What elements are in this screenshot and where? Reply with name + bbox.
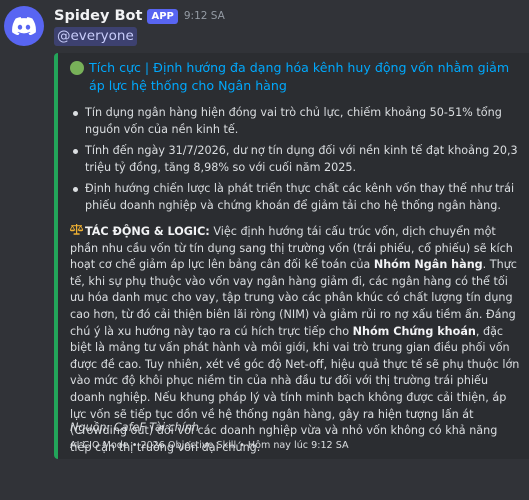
bullet-dot-icon <box>73 187 78 192</box>
news-embed: Tích cực | Định hướng đa dạng hóa kênh h… <box>54 53 529 459</box>
bullet-text: Định hướng chiến lược là phát triển thực… <box>85 182 515 212</box>
bullet-dot-icon <box>73 149 78 154</box>
impact-label: TÁC ĐỘNG & LOGIC: <box>85 225 210 238</box>
embed-title-text[interactable]: Tích cực | Định hướng đa dạng hóa kênh h… <box>89 59 510 95</box>
bullet-text: Tính đến ngày 31/7/2026, dư nợ tín dụng … <box>85 144 518 174</box>
bot-avatar[interactable] <box>4 6 44 46</box>
balance-scale-icon <box>69 223 84 241</box>
author-name[interactable]: Spidey Bot <box>54 8 142 24</box>
message-header: Spidey Bot APP 9:12 SA <box>54 6 225 26</box>
impact-bold-banks: Nhóm Ngân hàng <box>373 258 483 272</box>
bullet-dot-icon <box>73 111 78 116</box>
list-item: Định hướng chiến lược là phát triển thực… <box>70 181 520 214</box>
list-item: Tính đến ngày 31/7/2026, dư nợ tín dụng … <box>70 143 520 176</box>
chat-message: Spidey Bot APP 9:12 SA @everyone Tích cự… <box>0 0 529 500</box>
bullet-text: Tín dụng ngân hàng hiện đóng vai trò chủ… <box>85 106 502 136</box>
bullet-list: Tín dụng ngân hàng hiện đóng vai trò chủ… <box>70 105 520 219</box>
embed-footer: AI CIO Mode • 2026 Objective Skill • Hôm… <box>70 440 349 451</box>
discord-logo-icon <box>12 17 36 35</box>
message-timestamp[interactable]: 9:12 SA <box>184 10 225 22</box>
impact-bold-securities: Nhóm Chứng khoán <box>352 324 476 338</box>
impact-text-3: , đặc biệt là mảng tư vấn phát hành và m… <box>70 324 520 454</box>
embed-title[interactable]: Tích cực | Định hướng đa dạng hóa kênh h… <box>70 59 510 95</box>
app-badge: APP <box>147 8 178 24</box>
list-item: Tín dụng ngân hàng hiện đóng vai trò chủ… <box>70 105 520 138</box>
green-circle-icon <box>70 61 84 75</box>
embed-source: Nguồn: CafeF Tài chính <box>70 421 200 434</box>
everyone-mention[interactable]: @everyone <box>54 27 137 46</box>
